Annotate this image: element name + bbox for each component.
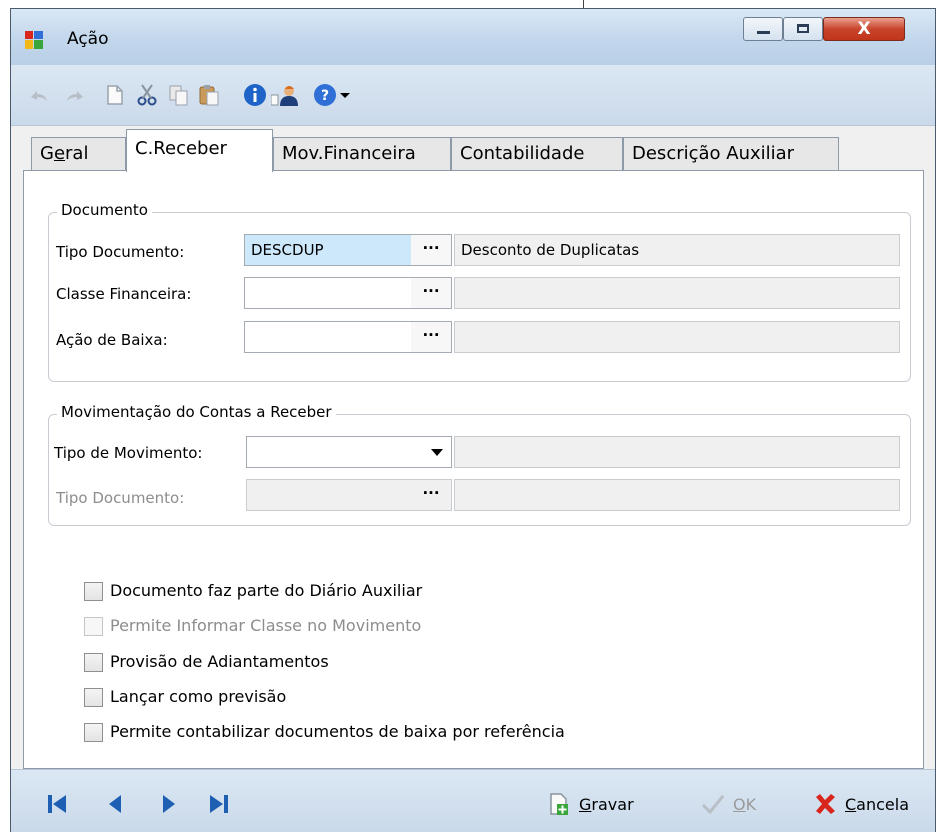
undo-icon[interactable] [27, 83, 51, 107]
new-document-icon[interactable] [103, 83, 127, 107]
tab-geral[interactable]: Geral [31, 137, 126, 171]
cancela-accel: C [845, 795, 857, 814]
acao-baixa-lookup-button[interactable]: ··· [411, 322, 451, 352]
info-icon[interactable] [243, 83, 267, 107]
tipo-documento-description: Desconto de Duplicatas [454, 234, 900, 266]
tab-c-receber-label: C.Receber [135, 138, 227, 159]
first-record-icon[interactable] [45, 792, 69, 816]
tab-mov-financeira-label: Mov.Financeira [282, 143, 416, 164]
gravar-rest: ravar [591, 795, 634, 814]
checkbox-box[interactable] [84, 582, 103, 601]
checkbox-label: Lançar como previsão [110, 687, 287, 706]
tab-descricao-auxiliar-label: Descrição Auxiliar [632, 143, 795, 164]
maximize-button[interactable] [783, 17, 823, 41]
save-icon [550, 793, 568, 815]
tipo-documento-lookup-button[interactable]: ··· [411, 235, 451, 265]
acao-baixa-description [454, 321, 900, 353]
app-icon [25, 31, 43, 49]
movimentacao-group-title: Movimentação do Contas a Receber [57, 403, 336, 421]
desktop-background [0, 0, 942, 6]
tab-geral-label-b: e [53, 143, 66, 164]
close-icon: X [857, 19, 871, 39]
mov-tipo-documento-description [454, 479, 900, 511]
cut-icon[interactable] [135, 83, 159, 107]
gravar-button[interactable]: Gravar [547, 792, 657, 818]
cancela-label: Cancela [845, 792, 909, 818]
gravar-label: Gravar [579, 792, 634, 818]
tab-contabilidade[interactable]: Contabilidade [451, 137, 623, 171]
classe-financeira-description [454, 277, 900, 309]
tab-descricao-auxiliar[interactable]: Descrição Auxiliar [623, 137, 839, 171]
close-button[interactable]: X [823, 17, 905, 41]
documento-group-title: Documento [57, 201, 152, 219]
tipo-documento-input[interactable]: DESCDUP ··· [244, 234, 452, 266]
tipo-movimento-select[interactable] [246, 436, 452, 468]
gravar-accel: G [579, 795, 592, 814]
tab-geral-label-c: ral [65, 143, 89, 164]
toolbar: ? [11, 65, 935, 126]
tab-geral-label-a: G [40, 143, 54, 164]
checkbox-label: Provisão de Adiantamentos [110, 652, 329, 671]
tab-panel-c-receber: Documento Tipo Documento: DESCDUP ··· De… [23, 170, 924, 769]
tab-strip: Geral C.Receber Mov.Financeira Contabili… [11, 125, 935, 172]
ok-label: OK [733, 792, 756, 818]
checkbox-box[interactable] [84, 653, 103, 672]
classe-financeira-input[interactable]: ··· [244, 277, 452, 309]
help-icon[interactable]: ? [313, 83, 337, 107]
checkbox-box [84, 617, 103, 636]
mov-tipo-documento-label: Tipo Documento: [56, 489, 185, 507]
svg-text:?: ? [321, 88, 329, 104]
checkbox-label: Documento faz parte do Diário Auxiliar [110, 581, 423, 600]
last-record-icon[interactable] [207, 792, 231, 816]
window-title: Ação [67, 29, 109, 49]
minimize-button[interactable] [743, 17, 783, 41]
ok-accel: O [733, 795, 746, 814]
next-record-icon[interactable] [157, 792, 181, 816]
ok-rest: K [745, 795, 757, 814]
tipo-movimento-description [454, 436, 900, 468]
acao-baixa-label: Ação de Baixa: [56, 331, 168, 349]
cancela-rest: ancela [856, 795, 910, 814]
tab-c-receber[interactable]: C.Receber [126, 129, 273, 172]
dropdown-arrow-icon[interactable] [339, 83, 351, 107]
tipo-movimento-label: Tipo de Movimento: [54, 444, 203, 462]
checkbox-box[interactable] [84, 688, 103, 707]
mov-tipo-documento-input: ··· [246, 479, 452, 511]
previous-record-icon[interactable] [103, 792, 127, 816]
checkmark-icon [701, 795, 725, 815]
checkbox-label: Permite Informar Classe no Movimento [110, 616, 422, 635]
chevron-down-icon[interactable] [431, 449, 443, 456]
tipo-documento-value: DESCDUP [251, 241, 324, 259]
user-attach-icon[interactable] [271, 83, 301, 107]
mov-tipo-documento-lookup-button: ··· [411, 480, 451, 510]
checkbox-label: Permite contabilizar documentos de baixa… [110, 722, 565, 741]
tipo-documento-label: Tipo Documento: [56, 243, 185, 261]
copy-icon[interactable] [167, 83, 191, 107]
cancel-x-icon [816, 794, 835, 814]
paste-icon[interactable] [197, 83, 221, 107]
classe-financeira-lookup-button[interactable]: ··· [411, 278, 451, 308]
redo-icon[interactable] [63, 83, 87, 107]
window: Ação X ? Geral C.Receber Mov.Financeira … [10, 8, 936, 832]
title-bar[interactable]: Ação X [11, 9, 935, 65]
tab-contabilidade-label: Contabilidade [460, 143, 585, 164]
ok-button: OK [701, 792, 771, 818]
maximize-icon [797, 24, 809, 33]
classe-financeira-label: Classe Financeira: [56, 285, 192, 303]
checkbox-box[interactable] [84, 723, 103, 742]
minimize-icon [757, 31, 770, 34]
bottom-bar: Gravar OK Cancela [11, 769, 935, 832]
cancela-button[interactable]: Cancela [813, 792, 931, 818]
tab-mov-financeira[interactable]: Mov.Financeira [273, 137, 451, 171]
acao-baixa-input[interactable]: ··· [244, 321, 452, 353]
